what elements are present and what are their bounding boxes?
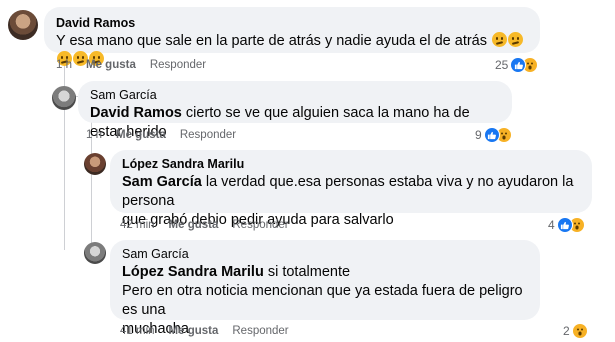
like-button[interactable]: Me gusta	[86, 59, 136, 71]
comment-author[interactable]: López Sandra Marilu	[122, 156, 580, 172]
comment-body: si totalmente	[263, 264, 351, 280]
comment-author[interactable]: David Ramos	[56, 15, 528, 31]
reaction-count: 2	[563, 324, 570, 338]
comment-bubble: Sam García David Ramos cierto se ve que …	[78, 81, 512, 140]
comment-time[interactable]: 41 min	[120, 325, 155, 337]
thinking-face-icon	[492, 32, 508, 47]
comment-bubble: López Sandra Marilu Sam García la verdad…	[110, 150, 592, 228]
comment-thread: David Ramos Y esa mano que sale en la pa…	[0, 0, 615, 342]
comment-author[interactable]: Sam García	[122, 246, 528, 262]
reaction-count: 4	[548, 218, 555, 232]
comment-body: Y esa mano que sale en la parte de atrás…	[56, 33, 487, 49]
comment-body: Pero en otra noticia mencionan que ya es…	[122, 283, 523, 318]
avatar[interactable]	[84, 153, 106, 175]
comment-bubble: David Ramos Y esa mano que sale en la pa…	[44, 7, 540, 66]
comment-actions: 41 min Me gusta Responder	[120, 325, 289, 337]
like-icon	[556, 217, 573, 233]
avatar[interactable]	[84, 242, 106, 264]
thread-line	[64, 40, 65, 250]
reaction-summary[interactable]: 4	[548, 217, 585, 233]
comment-author[interactable]: Sam García	[90, 87, 500, 103]
mention-link[interactable]: López Sandra Marilu	[122, 264, 264, 280]
thinking-face-icon	[508, 32, 524, 47]
reply-button[interactable]: Responder	[150, 59, 206, 71]
reply-button[interactable]: Responder	[180, 129, 236, 141]
reaction-summary[interactable]: 2	[563, 323, 588, 339]
reaction-count: 9	[475, 128, 482, 142]
comment-time[interactable]: 42 min	[120, 219, 155, 231]
reply-button[interactable]: Responder	[232, 325, 288, 337]
reaction-summary[interactable]: 9	[475, 127, 512, 143]
comment-actions: 1 h Me gusta Responder	[86, 129, 236, 141]
like-button[interactable]: Me gusta	[116, 129, 166, 141]
like-icon	[483, 127, 500, 143]
like-button[interactable]: Me gusta	[169, 219, 219, 231]
comment-time[interactable]: 1 h	[86, 129, 102, 141]
comment-time[interactable]: 1 h	[56, 59, 72, 71]
reaction-summary[interactable]: 25	[495, 57, 539, 73]
mention-link[interactable]: Sam García	[122, 174, 202, 190]
mention-link[interactable]: David Ramos	[90, 105, 182, 121]
comment-bubble: Sam García López Sandra Marilu si totalm…	[110, 240, 540, 337]
reaction-count: 25	[495, 58, 509, 72]
comment-actions: 42 min Me gusta Responder	[120, 219, 289, 231]
comment-actions: 1 h Me gusta Responder	[56, 59, 206, 71]
like-button[interactable]: Me gusta	[169, 325, 219, 337]
reply-button[interactable]: Responder	[232, 219, 288, 231]
wow-icon	[571, 323, 588, 339]
avatar[interactable]	[8, 10, 38, 40]
avatar[interactable]	[52, 86, 76, 110]
